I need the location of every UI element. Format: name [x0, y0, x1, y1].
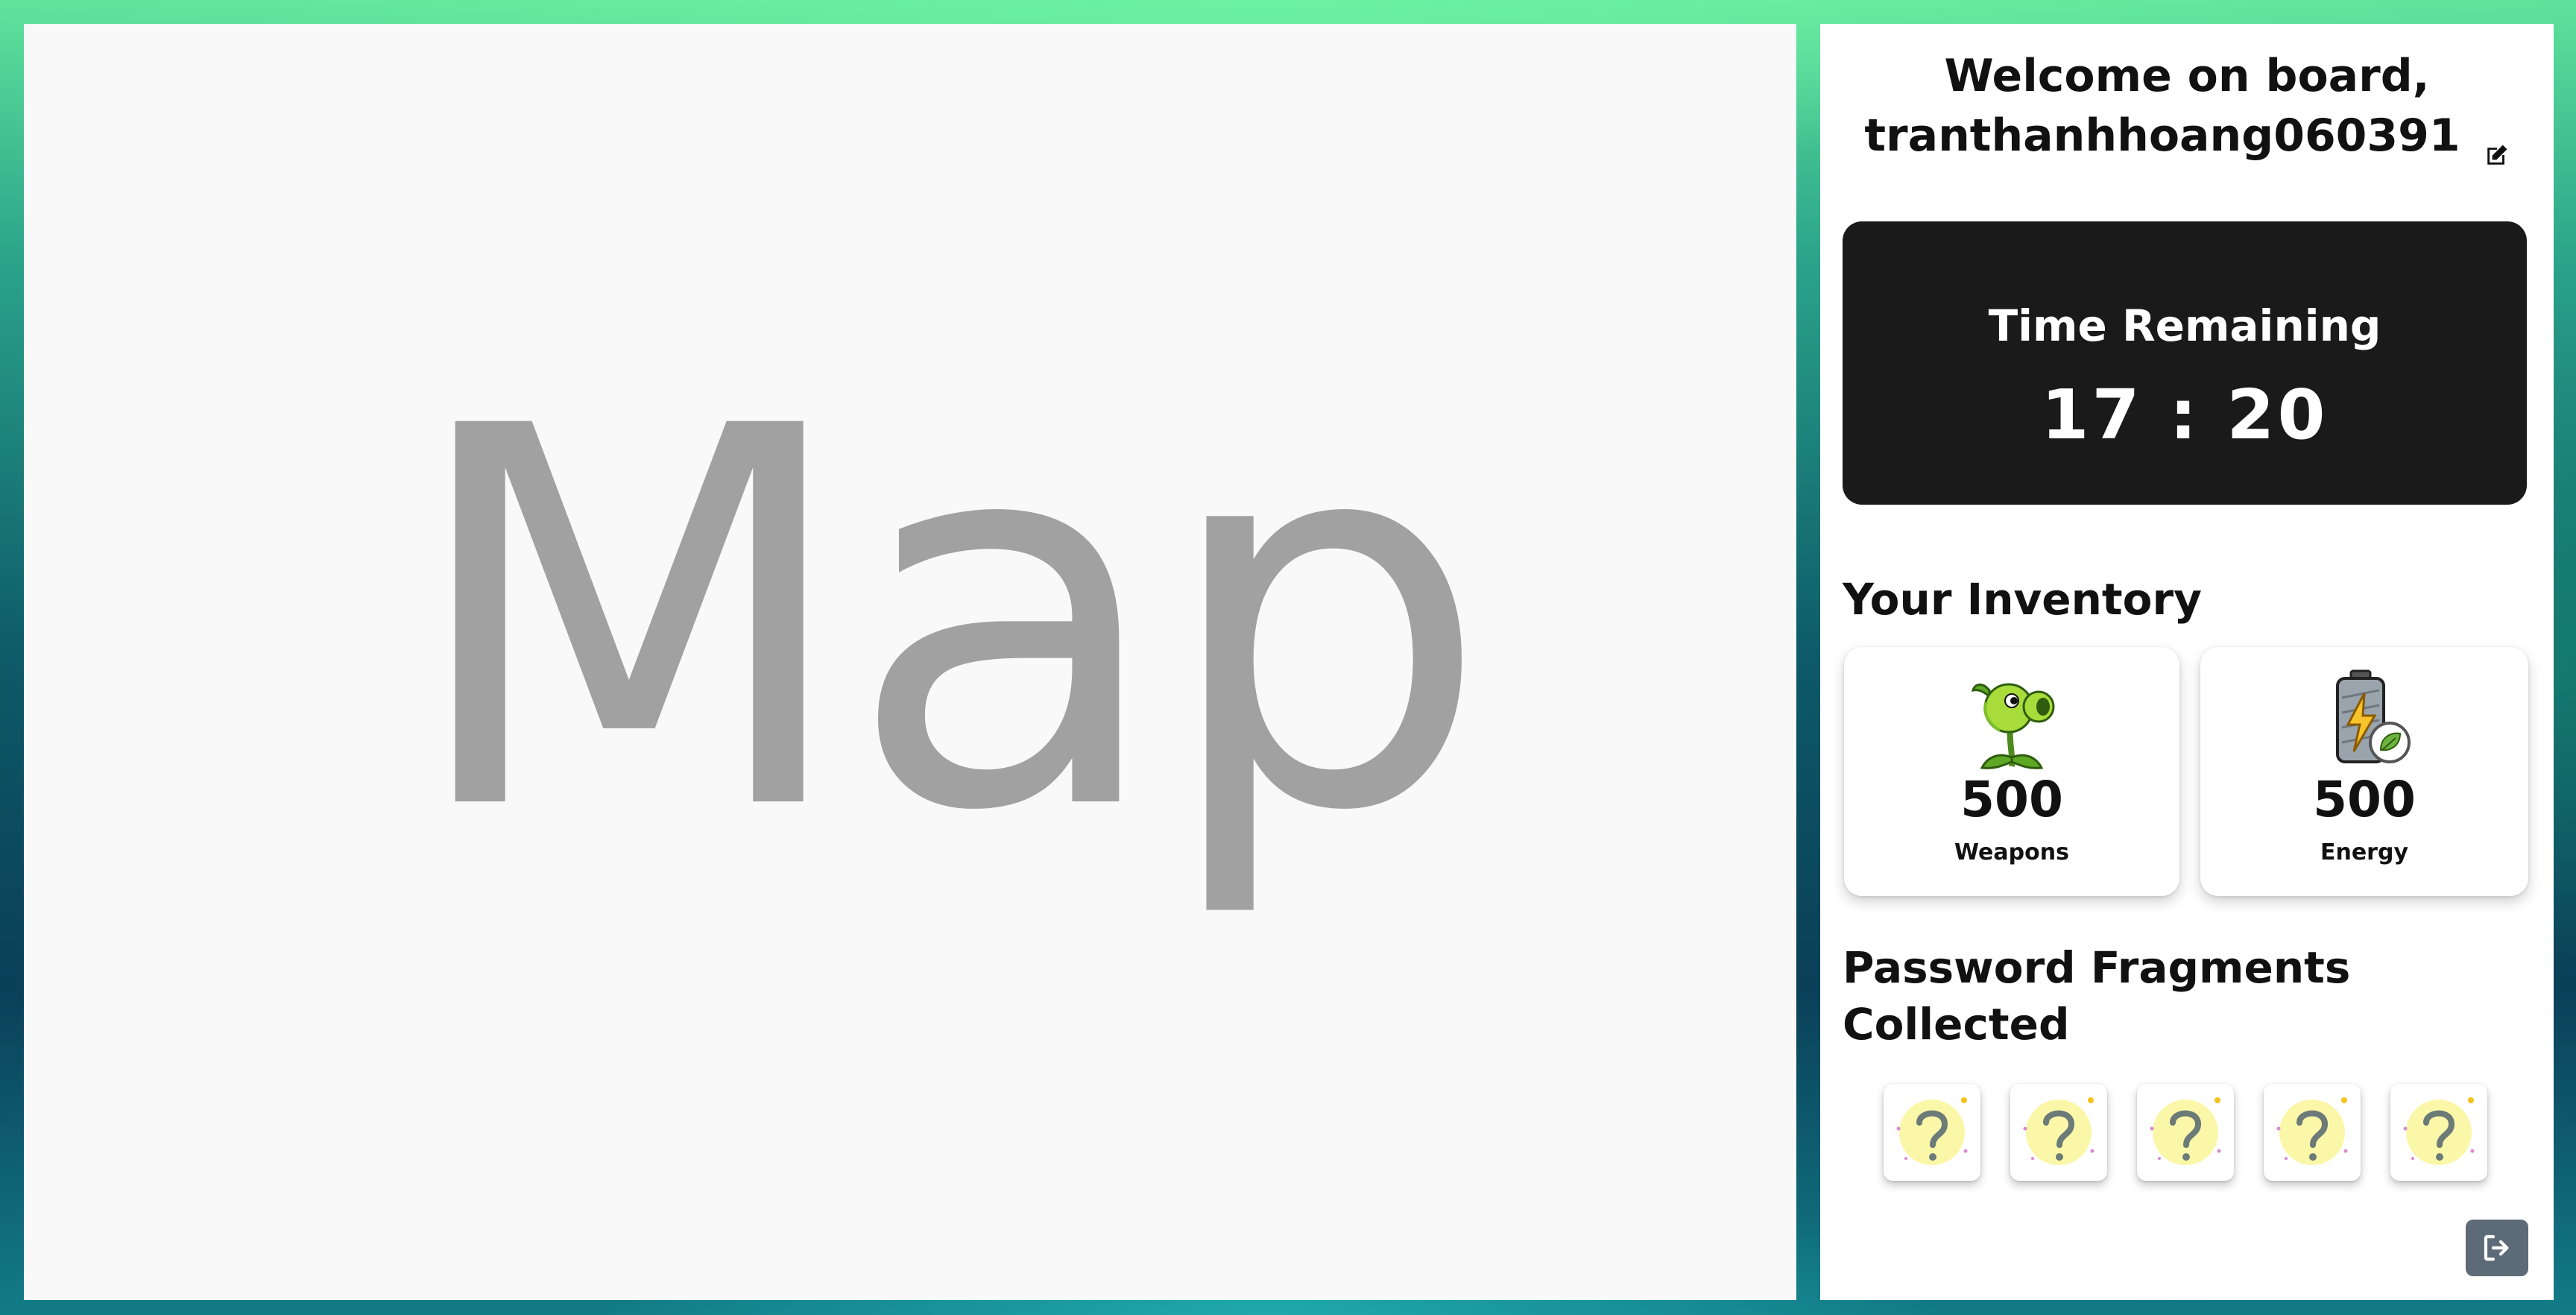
energy-count: 500: [2313, 771, 2416, 828]
map-panel[interactable]: Map: [24, 24, 1796, 1300]
fragment-slot[interactable]: [2010, 1084, 2107, 1181]
question-mark-icon: [2150, 1097, 2221, 1165]
question-mark-icon: [2403, 1097, 2475, 1165]
energy-label: Energy: [2320, 839, 2409, 865]
fragment-slot[interactable]: [2137, 1084, 2234, 1181]
question-mark-icon: [1896, 1097, 1968, 1165]
fragments-heading: Password Fragments Collected: [1843, 942, 2351, 1050]
fragment-slot[interactable]: [2390, 1084, 2487, 1181]
logout-button[interactable]: [2466, 1220, 2528, 1276]
weapons-label: Weapons: [1954, 839, 2069, 865]
logout-icon: [2484, 1234, 2509, 1261]
timer-card: Time Remaining 17 : 20: [1843, 221, 2527, 505]
timer-value: 17 : 20: [2041, 375, 2329, 455]
fragment-slot[interactable]: [2264, 1084, 2361, 1181]
inventory-heading: Your Inventory: [1843, 574, 2202, 625]
sidebar: Welcome on board, tranthanhhoang060391 T…: [1820, 24, 2554, 1300]
peashooter-icon: [1960, 668, 2064, 772]
inventory-card-energy: 500 Energy: [2200, 647, 2528, 896]
battery-leaf-icon: [2312, 668, 2416, 772]
welcome-heading: Welcome on board, tranthanhhoang060391: [1843, 46, 2531, 165]
question-mark-icon: [2023, 1097, 2094, 1165]
edit-icon[interactable]: [2484, 123, 2510, 165]
username: tranthanhhoang060391: [1864, 110, 2460, 162]
timer-title: Time Remaining: [1988, 300, 2381, 351]
fragment-slot[interactable]: [1884, 1084, 1980, 1181]
fragments-list: [1884, 1084, 2495, 1184]
weapons-count: 500: [1960, 771, 2063, 828]
inventory-card-weapons: 500 Weapons: [1844, 647, 2179, 896]
map-placeholder-label: Map: [404, 318, 1490, 925]
welcome-user-line: tranthanhhoang060391: [1864, 106, 2509, 165]
welcome-greeting: Welcome on board,: [1944, 50, 2430, 102]
question-mark-icon: [2276, 1097, 2348, 1165]
